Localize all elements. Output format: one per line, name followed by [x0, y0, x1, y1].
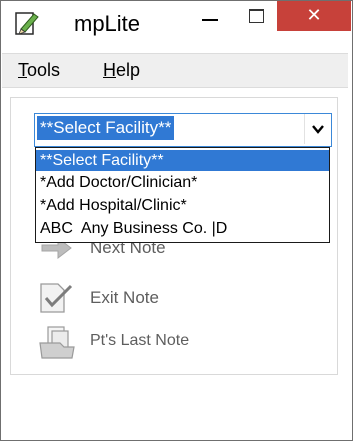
exit-note-button[interactable]: Exit Note [38, 281, 288, 315]
documents-icon [39, 326, 75, 359]
menu-help-accel: H [103, 60, 116, 80]
dropdown-toggle[interactable] [304, 114, 331, 144]
maximize-button[interactable] [247, 7, 269, 29]
title-bar[interactable]: mpLite ✕ [1, 1, 352, 46]
menu-help-label: elp [116, 60, 141, 80]
exit-note-label: Exit Note [90, 288, 159, 307]
maximize-icon [249, 9, 264, 23]
facility-option[interactable]: ABC Any Business Co. |D [36, 218, 329, 239]
minimize-button[interactable] [199, 7, 222, 31]
app-window: mpLite ✕ Tools Help **Select Facility** … [0, 0, 353, 441]
facility-select[interactable]: **Select Facility** [34, 113, 332, 147]
menu-tools-label: ools [27, 60, 61, 80]
facility-option[interactable]: *Add Doctor/Clinician* [36, 172, 329, 193]
close-button[interactable]: ✕ [277, 1, 351, 31]
facility-dropdown-list: **Select Facility** *Add Doctor/Clinicia… [35, 147, 330, 243]
window-title: mpLite [74, 11, 141, 36]
minimize-icon [202, 19, 218, 21]
menu-tools-accel: T [18, 60, 27, 80]
facility-option[interactable]: *Add Hospital/Clinic* [36, 195, 329, 216]
menu-help[interactable]: Help [103, 60, 140, 81]
close-icon: ✕ [306, 5, 322, 26]
pencil-icon [15, 12, 39, 35]
pts-last-note-label: Pt's Last Note [90, 332, 190, 349]
document-check-icon [40, 283, 73, 313]
menu-tools[interactable]: Tools [18, 60, 60, 81]
menu-bar: Tools Help [2, 53, 348, 88]
chevron-down-icon [312, 125, 324, 134]
facility-option[interactable]: **Select Facility** [36, 150, 329, 171]
facility-select-value: **Select Facility** [37, 116, 175, 140]
pts-last-note-button[interactable]: Pt's Last Note [38, 325, 288, 359]
